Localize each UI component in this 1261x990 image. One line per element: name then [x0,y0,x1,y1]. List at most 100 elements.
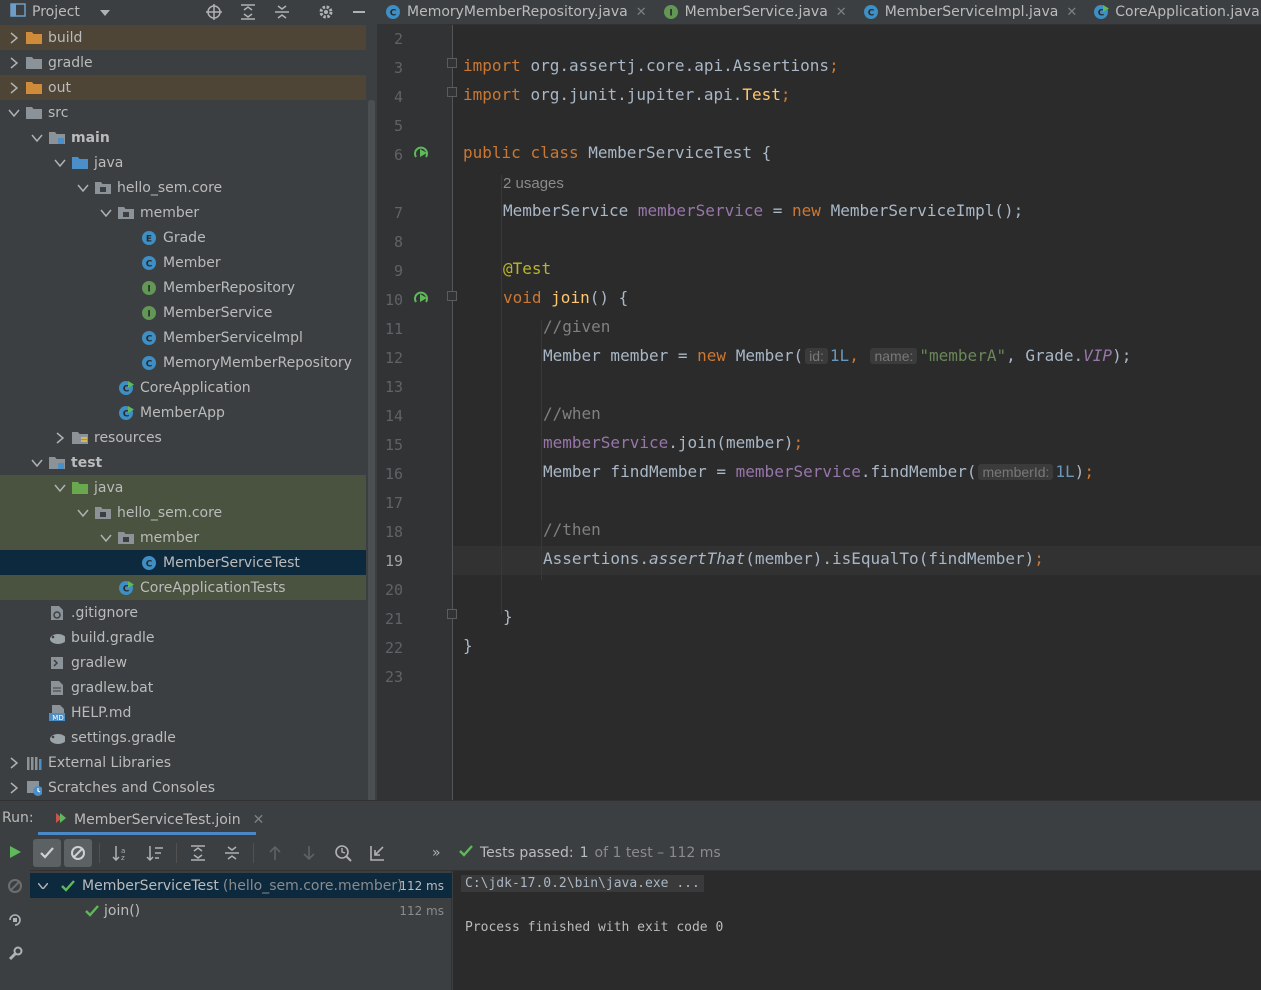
run-config-tab[interactable]: MemberServiceTest.join ✕ [38,805,272,835]
show-ignored-icon[interactable] [64,838,92,867]
chevron-down-icon[interactable] [29,455,45,471]
expand-all-icon[interactable] [237,2,259,22]
tree-item-gradlew-bat[interactable]: gradlew.bat [0,675,377,700]
console-command-line[interactable]: C:\jdk-17.0.2\bin\java.exe ... [461,875,704,892]
svg-text:I: I [147,284,150,294]
tree-item-main[interactable]: main [0,125,377,150]
tree-item-test[interactable]: test [0,450,377,475]
tree-item-memberapp[interactable]: C MemberApp [0,400,377,425]
editor-tab[interactable]: C MemberServiceImpl.java ✕ [855,0,1086,24]
chevron-down-icon[interactable] [75,180,91,196]
tree-item-out[interactable]: out [0,75,377,100]
libraries-icon [26,755,42,771]
close-tab-icon[interactable]: ✕ [1066,5,1077,20]
expand-all-icon[interactable] [184,839,212,867]
chevron-right-icon[interactable] [52,430,68,446]
test-suite-name: MemberServiceTest [82,877,219,894]
line-number: 20 [384,581,403,599]
show-passed-icon[interactable] [33,838,61,867]
tree-item-memorymemberrepository[interactable]: C MemoryMemberRepository [0,350,377,375]
project-tree-scrollbar[interactable] [366,24,377,800]
tree-item-java[interactable]: java [0,150,377,175]
tree-item-hello-sem-core[interactable]: hello_sem.core [0,175,377,200]
code-line-11: //given [543,317,611,336]
test-suite-row[interactable]: MemberServiceTest (hello_sem.core.member… [30,873,452,898]
tree-item-hello-sem-core[interactable]: hello_sem.core [0,500,377,525]
next-failed-icon[interactable] [295,839,323,867]
test-history-icon[interactable] [329,839,357,867]
import-tests-icon[interactable] [363,839,391,867]
sort-alphabetically-icon[interactable]: az [107,839,135,867]
collapse-all-icon[interactable] [271,2,293,22]
chevron-down-icon[interactable] [52,155,68,171]
tree-item-member[interactable]: C Member [0,250,377,275]
tree-item-member[interactable]: member [0,525,377,550]
code-editor[interactable]: 2 3 4 5 6 7 8 9 10 11 12 13 14 15 16 17 18 19 20 21 22 23 imp… [377,25,1261,800]
tree-item-memberservicetest[interactable]: C MemberServiceTest [0,550,377,575]
tree-item-memberservice[interactable]: I MemberService [0,300,377,325]
tree-item-gradle[interactable]: gradle [0,50,377,75]
line-number: 4 [393,88,403,106]
tree-item-member[interactable]: member [0,200,377,225]
chevron-down-icon[interactable] [98,530,114,546]
editor-tab[interactable]: C MemoryMemberRepository.java ✕ [377,0,655,24]
project-view-selector[interactable]: Project [0,3,110,21]
tree-item-build[interactable]: build [0,25,377,50]
gear-icon[interactable] [315,2,337,22]
hide-panel-icon[interactable] [348,2,370,22]
usages-hint[interactable]: 2 usages [503,173,564,192]
enum-icon: E [141,230,157,246]
chevron-down-icon[interactable] [38,882,54,889]
close-icon[interactable]: ✕ [253,812,265,828]
previous-failed-icon[interactable] [261,839,289,867]
tree-item-label: gradle [48,54,93,71]
line-number: 7 [393,204,403,222]
code-line-19: Assertions.assertThat(member).isEqualTo(… [543,549,1044,568]
tree-item-gradlew[interactable]: gradlew [0,650,377,675]
chevron-right-icon[interactable] [6,755,22,771]
chevron-down-icon[interactable] [75,505,91,521]
tree-item-gitignore[interactable]: .gitignore [0,600,377,625]
console-output[interactable]: C:\jdk-17.0.2\bin\java.exe ... Process f… [453,871,1261,990]
chevron-down-icon[interactable] [6,105,22,121]
tree-item-external-libraries[interactable]: External Libraries [0,750,377,775]
toolbar-overflow-icon[interactable]: » [432,845,441,861]
chevron-down-icon[interactable] [52,480,68,496]
tree-item-grade[interactable]: E Grade [0,225,377,250]
chevron-down-icon[interactable] [98,205,114,221]
chevron-right-icon[interactable] [6,80,22,96]
close-tab-icon[interactable]: ✕ [636,5,647,20]
chevron-right-icon[interactable] [6,780,22,796]
locate-file-icon[interactable] [203,2,225,22]
test-run-icon [54,811,68,829]
code-area[interactable]: import org.assertj.core.api.Assertions; … [453,25,1261,800]
editor-tab[interactable]: CCoreApplication.java✕ [1085,0,1261,24]
run-test-class-icon[interactable] [414,146,428,160]
tree-item-memberrepository[interactable]: I MemberRepository [0,275,377,300]
test-case-row[interactable]: join() 112 ms [30,898,452,923]
run-test-method-icon[interactable] [414,291,428,305]
tree-item-java[interactable]: java [0,475,377,500]
tree-item-src[interactable]: src [0,100,377,125]
rerun-icon[interactable] [4,841,26,863]
toggle-auto-test-icon[interactable] [4,909,26,931]
tree-item-help-md[interactable]: MD HELP.md [0,700,377,725]
tree-item-coreapplication[interactable]: C CoreApplication [0,375,377,400]
close-tab-icon[interactable]: ✕ [836,5,847,20]
tree-item-coreapplicationtests[interactable]: C CoreApplicationTests [0,575,377,600]
chevron-down-icon[interactable] [29,130,45,146]
param-hint-memberid: memberId: [978,464,1054,480]
tree-item-scratches-and-consoles[interactable]: Scratches and Consoles [0,775,377,800]
editor-tab[interactable]: I MemberService.java ✕ [655,0,855,24]
tree-item-build-gradle[interactable]: build.gradle [0,625,377,650]
scrollbar-thumb[interactable] [368,100,375,800]
sort-by-duration-icon[interactable] [141,839,169,867]
chevron-right-icon[interactable] [6,30,22,46]
collapse-all-icon[interactable] [218,839,246,867]
wrench-icon[interactable] [4,943,26,965]
rerun-failed-icon[interactable] [4,875,26,897]
chevron-right-icon[interactable] [6,55,22,71]
tree-item-memberserviceimpl[interactable]: C MemberServiceImpl [0,325,377,350]
tree-item-resources[interactable]: resources [0,425,377,450]
tree-item-settings-gradle[interactable]: settings.gradle [0,725,377,750]
